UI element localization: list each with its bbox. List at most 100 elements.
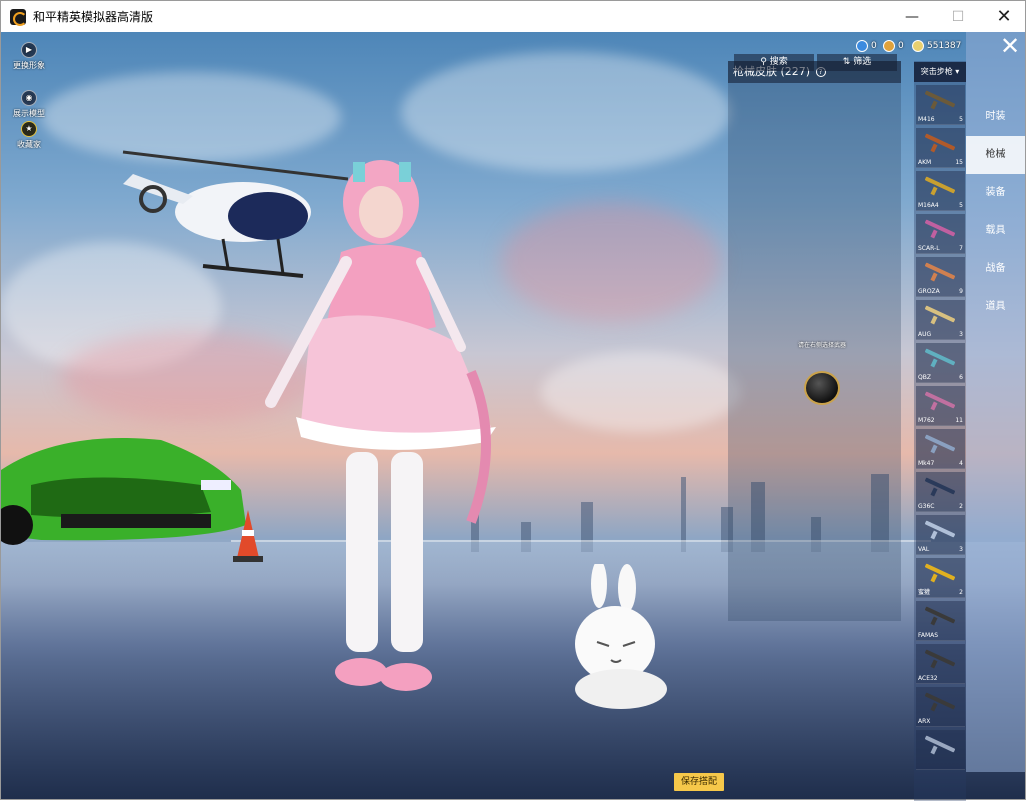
category-tab[interactable]: 枪械 [966,136,1025,174]
rifle-icon [924,480,956,494]
weapon-skin-count: 11 [955,417,963,424]
weapon-name: SCAR-L [918,245,940,252]
weapon-skin-count: 15 [955,159,963,166]
trophy-icon: ★ [21,121,37,137]
minimize-button[interactable]: — [889,1,935,32]
currency-token-value: 551387 [927,41,962,51]
weapon-skin-count: 6 [959,374,963,381]
weapon-tile[interactable]: VAL 3 [916,515,965,555]
rifle-icon [924,93,956,107]
weapon-name: M762 [918,417,935,424]
rifle-icon [924,609,956,623]
rifle-icon [924,265,956,279]
play-icon: ▶ [21,42,37,58]
currency-globe: 0 [856,39,877,53]
weapon-tile[interactable]: AUG 3 [916,300,965,340]
weapon-tile[interactable]: QBZ 6 [916,343,965,383]
weapon-skin-count: 3 [959,546,963,553]
app-window: 和平精英模拟器高清版 — ☐ ✕ ▶ 更换形象 ◉ 展示模型 ★ 收藏家 0 0… [0,0,1026,801]
app-logo-icon [10,8,27,26]
weapon-skin-count: 3 [959,331,963,338]
category-tab[interactable]: 装备 [966,174,1025,212]
weapon-name: AUG [918,331,932,338]
currency-gold-value: 0 [898,41,904,51]
rifle-icon [924,566,956,580]
weapon-skin-count: 2 [959,589,963,596]
weapon-name: VAL [918,546,930,553]
weapon-name: Mk47 [918,460,935,467]
rabbit-pet-image [575,564,667,709]
category-tab[interactable]: 载具 [966,212,1025,250]
weapon-name: 蜜獾 [918,589,931,596]
save-outfit-button[interactable]: 保存搭配 [674,773,724,791]
weapon-skin-count: 2 [959,503,963,510]
rifle-icon [924,351,956,365]
currency-gold: 0 [883,39,904,53]
weapon-tile[interactable]: ARX [916,687,965,727]
weapon-name: GROZA [918,288,940,295]
rifle-icon [924,394,956,408]
rifle-icon [924,652,956,666]
category-tab[interactable]: 道具 [966,288,1025,326]
rifle-icon [924,437,956,451]
globe-coin-icon [856,40,868,52]
rifle-icon [924,738,956,752]
weapon-name: AKM [918,159,932,166]
show-model-tool[interactable]: ◉ 展示模型 [11,90,47,119]
change-appearance-label: 更换形象 [13,61,45,70]
weapon-category-select[interactable]: 突击步枪 ▾ [914,62,966,82]
title-bar: 和平精英模拟器高清版 — ☐ ✕ [1,1,1025,32]
weapon-skin-count: 5 [959,116,963,123]
currency-globe-value: 0 [871,41,877,51]
weapon-tile[interactable]: M416 5 [916,85,965,125]
weapon-tile[interactable] [916,730,965,770]
weapon-name: QBZ [918,374,931,381]
weapon-category-label: 突击步枪 [920,67,953,76]
weapon-skin-count: 7 [959,245,963,252]
sports-car-image [1,438,246,545]
currency-token: 551387 [912,39,961,53]
rifle-icon [924,179,956,193]
filter-label: 筛选 [853,57,872,67]
weapon-name: ARX [918,718,931,725]
rifle-icon [924,222,956,236]
weapon-tile[interactable]: GROZA 9 [916,257,965,297]
weapon-skin-count: 4 [959,460,963,467]
weapon-tile[interactable]: M16A4 5 [916,171,965,211]
gold-coin-icon [883,40,895,52]
weapon-name: G36C [918,503,935,510]
weapon-tile[interactable]: 蜜獾 2 [916,558,965,598]
weapon-tile[interactable]: ACE32 [916,644,965,684]
weapon-tile[interactable]: SCAR-L 7 [916,214,965,254]
weapon-tile[interactable]: FAMAS [916,601,965,641]
weapon-tile[interactable]: AKM 15 [916,128,965,168]
weapon-name: M416 [918,116,935,123]
weapon-name: M16A4 [918,202,939,209]
window-title: 和平精英模拟器高清版 [33,10,154,24]
rifle-icon [924,695,956,709]
maximize-button[interactable]: ☐ [935,1,981,32]
search-label: 搜索 [769,57,788,67]
weapon-skin-count: 9 [959,288,963,295]
pet-hint: 请在右侧选择武器 [797,342,846,349]
change-appearance-tool[interactable]: ▶ 更换形象 [11,42,47,71]
weapon-name: ACE32 [918,675,938,682]
collector-tool[interactable]: ★ 收藏家 [11,121,47,150]
close-window-button[interactable]: ✕ [981,1,1026,32]
weapon-tile[interactable]: Mk47 4 [916,429,965,469]
eye-icon: ◉ [21,90,37,106]
weapon-name: FAMAS [918,632,939,639]
collector-label: 收藏家 [17,140,41,149]
show-model-label: 展示模型 [13,109,45,118]
close-icon[interactable]: ✕ [997,34,1023,60]
pet-avatar[interactable] [804,371,840,405]
rifle-icon [924,523,956,537]
filter-button[interactable]: ⇅ 筛选 [817,54,897,71]
weapon-tile[interactable]: M762 11 [916,386,965,426]
category-tab[interactable]: 战备 [966,250,1025,288]
search-button[interactable]: ⚲ 搜索 [734,54,814,71]
weapon-skin-count: 5 [959,202,963,209]
token-icon [912,40,924,52]
weapon-tile[interactable]: G36C 2 [916,472,965,512]
category-tab[interactable]: 时装 [966,98,1025,136]
